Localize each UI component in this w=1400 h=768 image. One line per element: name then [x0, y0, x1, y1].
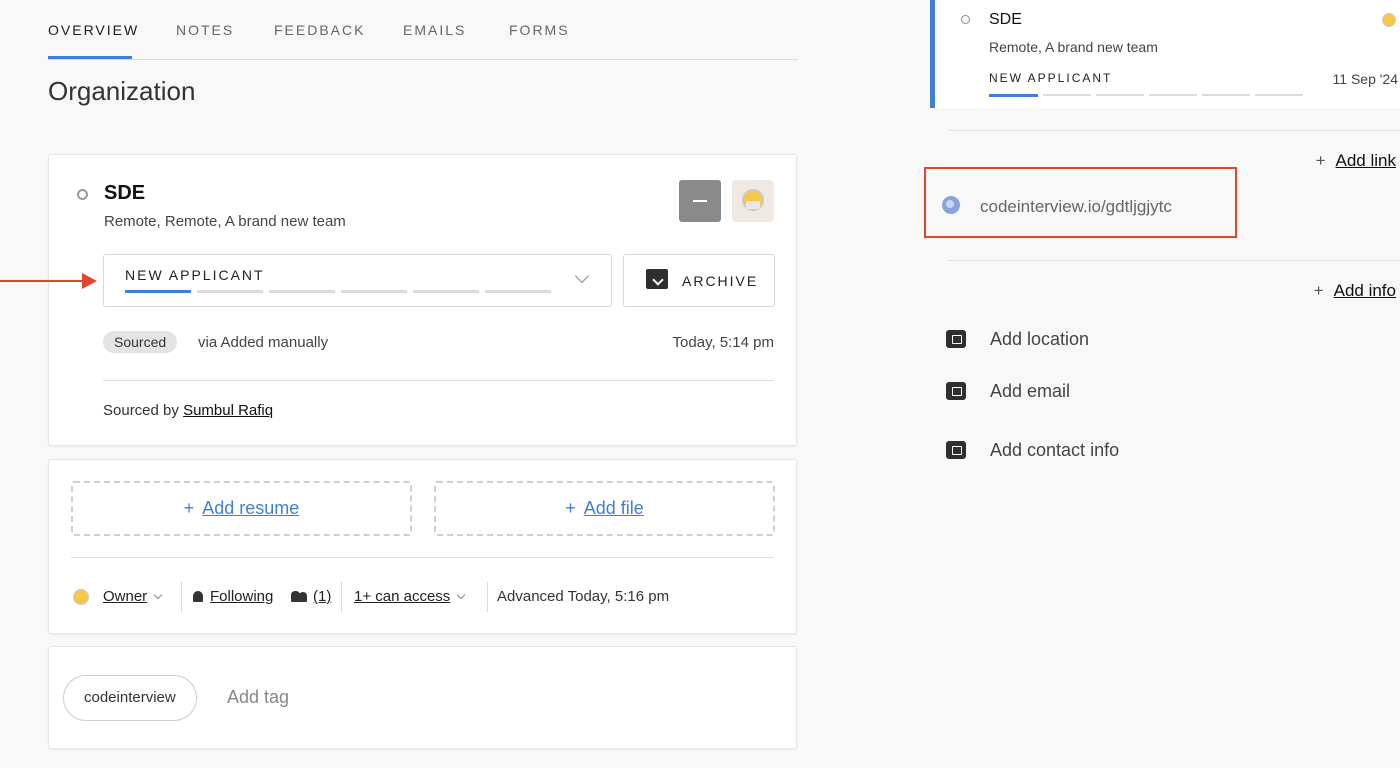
sourced-by-link[interactable]: Sumbul Rafiq	[183, 402, 273, 419]
archive-icon	[646, 269, 668, 289]
add-link-button[interactable]: + Add link	[1316, 151, 1396, 171]
files-card: + Add resume + Add file Owner Following (1…	[48, 459, 797, 634]
application-title: SDE	[989, 11, 1022, 28]
collapse-button[interactable]	[679, 180, 721, 222]
job-location: Remote, Remote, A brand new team	[104, 213, 346, 230]
stage-segment	[485, 290, 551, 293]
stage-segment	[197, 290, 263, 293]
globe-icon	[942, 196, 960, 214]
stage-segment	[1096, 94, 1144, 96]
tag-chip[interactable]: codeinterview	[63, 675, 197, 721]
following-label: Following	[210, 588, 274, 605]
add-location-label: Add location	[990, 329, 1090, 349]
job-title: SDE	[104, 182, 146, 204]
stage-segment	[1255, 94, 1303, 96]
divider	[948, 260, 1400, 261]
tags-card: codeinterview Add tag	[48, 646, 797, 749]
add-resume-label: Add resume	[202, 498, 300, 518]
advanced-time: Advanced Today, 5:16 pm	[497, 588, 670, 605]
annotation-arrow	[0, 280, 84, 282]
sourced-by-label: Sourced by	[103, 402, 179, 419]
application-date: 11 Sep '24	[1332, 71, 1398, 87]
stage-segment	[341, 290, 407, 293]
annotation-arrow-head	[82, 273, 97, 289]
tab-emails[interactable]: EMAILS	[403, 22, 466, 38]
annotation-highlight-box: codeinterview.io/gdtljgjytc	[924, 167, 1237, 238]
sourced-by: Sourced by Sumbul Rafiq	[103, 402, 273, 419]
add-file-button[interactable]: + Add file	[434, 481, 775, 536]
tab-overview[interactable]: OVERVIEW	[48, 22, 139, 38]
application-stage: NEW APPLICANT	[989, 71, 1113, 85]
chevron-down-icon	[153, 590, 163, 600]
stage-segment	[1043, 94, 1091, 96]
owner-avatar-icon	[73, 589, 89, 605]
tab-notes[interactable]: NOTES	[176, 22, 234, 38]
phone-icon	[946, 441, 966, 459]
add-email-label: Add email	[990, 381, 1071, 401]
stage-segment	[413, 290, 479, 293]
profile-link[interactable]: codeinterview.io/gdtljgjytc	[980, 197, 1172, 217]
people-icon	[291, 591, 307, 602]
chevron-down-icon	[457, 590, 466, 600]
application-card[interactable]: SDE Remote, A brand new team NEW APPLICA…	[930, 0, 1400, 108]
add-tag-input[interactable]: Add tag	[227, 687, 289, 708]
active-tab-indicator	[48, 56, 132, 59]
stage-segment	[989, 94, 1038, 97]
add-info-button[interactable]: + Add info	[1314, 281, 1396, 301]
plus-icon: +	[1315, 151, 1326, 170]
stage-segment	[1149, 94, 1197, 96]
avatar	[1382, 13, 1396, 27]
archive-button[interactable]: ARCHIVE	[623, 254, 775, 307]
page-title: Organization	[48, 76, 196, 106]
plus-icon: +	[565, 498, 576, 518]
followers-link[interactable]: (1)	[277, 588, 331, 605]
source-badge: Sourced	[103, 331, 178, 353]
add-file-label: Add file	[583, 498, 644, 518]
tab-feedback[interactable]: FEEDBACK	[274, 22, 365, 38]
plus-icon: +	[183, 498, 195, 518]
status-circle-icon	[77, 189, 88, 200]
opportunity-card: SDE Remote, Remote, A brand new team NEW…	[48, 154, 797, 446]
followers-count: (1)	[313, 588, 332, 605]
stage-segment	[1202, 94, 1250, 96]
divider	[103, 380, 774, 381]
access-label: 1+ can access	[354, 588, 451, 605]
stage-dropdown[interactable]: NEW APPLICANT	[103, 254, 612, 307]
main-panel: OVERVIEW NOTES FEEDBACK EMAILS FORMS Org…	[0, 0, 810, 768]
status-circle-icon	[961, 15, 970, 24]
tab-bar: OVERVIEW NOTES FEEDBACK EMAILS FORMS	[48, 0, 798, 60]
minus-icon	[693, 200, 707, 202]
archive-label: ARCHIVE	[682, 273, 759, 289]
access-dropdown[interactable]: 1+ can access	[354, 588, 466, 605]
add-link-label: Add link	[1335, 151, 1396, 170]
bell-icon	[193, 591, 203, 602]
add-contact-label: Add contact info	[990, 440, 1120, 460]
owner-avatar[interactable]	[732, 180, 774, 222]
application-location: Remote, A brand new team	[989, 39, 1158, 55]
stage-segment	[125, 290, 191, 293]
source-time: Today, 5:14 pm	[672, 334, 774, 351]
envelope-icon	[946, 382, 966, 400]
add-info-label: Add info	[1333, 281, 1396, 300]
source-via: via Added manually	[198, 334, 329, 351]
following-toggle[interactable]: Following	[193, 588, 273, 605]
plus-icon: +	[1313, 281, 1324, 300]
owner-dropdown[interactable]: Owner	[103, 588, 163, 605]
divider	[948, 130, 1400, 131]
add-resume-button[interactable]: + Add resume	[71, 481, 412, 536]
home-icon	[946, 330, 966, 348]
stage-segment	[269, 290, 335, 293]
chevron-down-icon	[574, 268, 590, 284]
stage-label: NEW APPLICANT	[125, 267, 265, 283]
tab-forms[interactable]: FORMS	[509, 22, 570, 38]
owner-label: Owner	[103, 588, 148, 605]
divider	[71, 557, 774, 558]
side-panel: SDE Remote, A brand new team NEW APPLICA…	[924, 0, 1400, 768]
